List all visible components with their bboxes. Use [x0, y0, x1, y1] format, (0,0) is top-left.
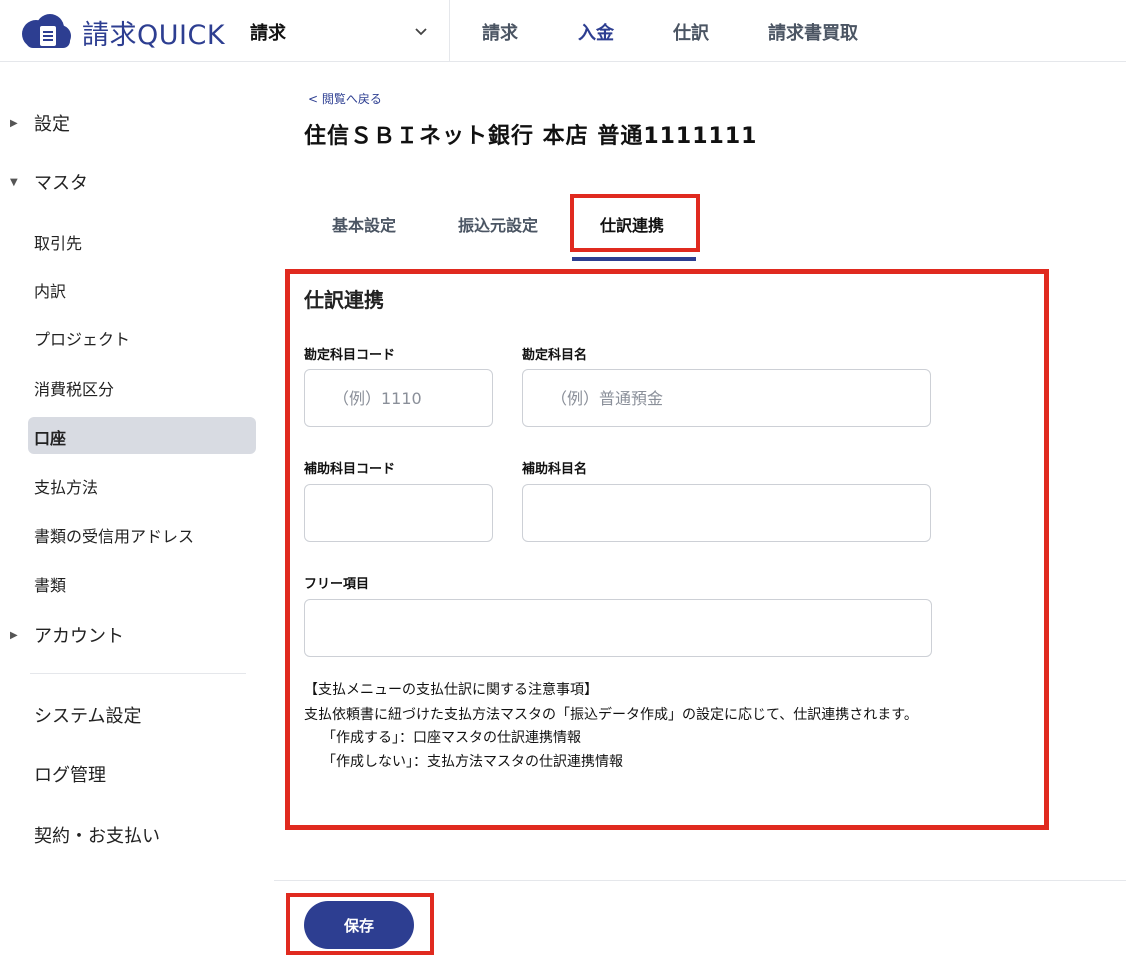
app-name: 請求QUICK — [82, 19, 226, 51]
cloud-logo-icon — [16, 12, 76, 52]
sidebar: ▶ 設定 ▼ マスタ 取引先 内訳 プロジェクト 消費税区分 口座 支払方法 書… — [0, 62, 274, 960]
account-code-input[interactable] — [304, 369, 493, 427]
account-code-label: 勘定科目コード — [304, 348, 396, 363]
main-content: < 閲覧へ戻る 住信ＳＢＩネット銀行 本店 普通1111111 基本設定 振込元… — [274, 62, 1126, 960]
sidebar-item-partners[interactable]: 取引先 — [34, 230, 82, 254]
app-logo[interactable]: 請求QUICK — [16, 12, 225, 52]
chevron-down-icon — [415, 28, 427, 36]
sidebar-section-settings[interactable]: ▶ 設定 — [10, 110, 70, 136]
sub-account-code-input[interactable] — [304, 484, 493, 542]
note-line: 「作成しない」：支払方法マスタの仕訳連携情報 — [322, 754, 623, 770]
sidebar-item-tax-category[interactable]: 消費税区分 — [34, 376, 114, 400]
nav-payment-received[interactable]: 入金 — [578, 19, 614, 45]
free-item-label: フリー項目 — [304, 577, 370, 592]
sidebar-section-label: アカウント — [34, 626, 124, 647]
nav-journal[interactable]: 仕訳 — [673, 19, 709, 45]
highlight-box-save — [286, 893, 434, 955]
sidebar-item-breakdown[interactable]: 内訳 — [34, 278, 66, 302]
sidebar-item-project[interactable]: プロジェクト — [34, 326, 130, 350]
footer-bar: 保存 — [274, 880, 1126, 960]
sidebar-section-label: マスタ — [34, 173, 88, 194]
note-line: 支払依頼書に紐づけた支払方法マスタの「振込データ作成」の設定に応じて、仕訳連携さ… — [304, 707, 918, 723]
tab-transfer-source[interactable]: 振込元設定 — [458, 212, 538, 236]
module-select[interactable]: 請求 — [250, 0, 450, 62]
account-name-label: 勘定科目名 — [522, 348, 588, 363]
sidebar-item-account[interactable]: 口座 — [34, 425, 66, 449]
sub-account-name-input[interactable] — [522, 484, 931, 542]
sidebar-item-documents[interactable]: 書類 — [34, 572, 66, 596]
active-tab-indicator — [572, 257, 696, 261]
caret-down-icon: ▼ — [10, 176, 18, 188]
sidebar-item-contract-payment[interactable]: 契約・お支払い — [34, 822, 160, 848]
sidebar-item-log-management[interactable]: ログ管理 — [34, 761, 106, 787]
free-item-input[interactable] — [304, 599, 932, 657]
sidebar-section-master[interactable]: ▼ マスタ — [10, 169, 88, 195]
caret-right-icon: ▶ — [10, 629, 18, 641]
sidebar-item-payment-method[interactable]: 支払方法 — [34, 474, 98, 498]
note-heading: 【支払メニューの支払仕訳に関する注意事項】 — [304, 682, 598, 698]
sidebar-item-system-settings[interactable]: システム設定 — [34, 702, 141, 728]
nav-invoice[interactable]: 請求 — [482, 19, 518, 45]
sidebar-item-receiving-address[interactable]: 書類の受信用アドレス — [34, 523, 194, 547]
top-header: 請求QUICK 請求 請求 入金 仕訳 請求書買取 — [0, 0, 1126, 62]
page-title: 住信ＳＢＩネット銀行 本店 普通1111111 — [304, 124, 758, 149]
sub-account-code-label: 補助科目コード — [304, 462, 396, 477]
sidebar-divider — [30, 673, 246, 674]
account-name-input[interactable] — [522, 369, 931, 427]
tab-basic-settings[interactable]: 基本設定 — [332, 212, 396, 236]
note-line: 「作成する」：口座マスタの仕訳連携情報 — [322, 730, 581, 746]
sidebar-section-account[interactable]: ▶ アカウント — [10, 622, 124, 648]
panel-title: 仕訳連携 — [304, 288, 384, 312]
highlight-box-tab — [570, 194, 700, 252]
back-to-view-link[interactable]: < 閲覧へ戻る — [308, 90, 382, 107]
sidebar-section-label: 設定 — [34, 114, 70, 135]
nav-invoice-purchase[interactable]: 請求書買取 — [768, 19, 858, 45]
module-label: 請求 — [250, 23, 286, 44]
caret-right-icon: ▶ — [10, 117, 18, 129]
sub-account-name-label: 補助科目名 — [522, 462, 588, 477]
